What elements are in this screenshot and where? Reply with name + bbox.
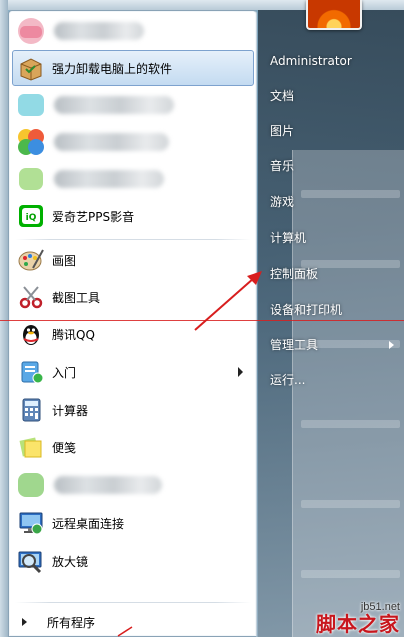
- uninstall-box-icon: [14, 51, 48, 85]
- divider: [15, 602, 251, 603]
- svg-text:iQ: iQ: [26, 213, 37, 223]
- blurred-app-icon: [14, 125, 48, 159]
- program-label: 截图工具: [52, 290, 101, 305]
- blurred-label: [54, 96, 174, 114]
- program-item-getting-started[interactable]: 入门: [12, 354, 254, 390]
- program-item-blurred-2[interactable]: [12, 87, 254, 123]
- username-link[interactable]: Administrator: [270, 51, 394, 71]
- paint-palette-icon: [14, 243, 48, 277]
- remote-desktop-icon: [14, 506, 48, 540]
- iqiyi-icon: iQ: [14, 199, 48, 233]
- right-item-pictures[interactable]: 图片: [270, 121, 394, 141]
- program-label: 便笺: [52, 440, 77, 455]
- divider: [15, 239, 251, 240]
- window-frame-left: [0, 0, 8, 637]
- watermark: jb51.net 脚本之家: [316, 601, 400, 635]
- getting-started-icon: [14, 355, 48, 389]
- program-item-blurred-4[interactable]: [12, 161, 254, 197]
- program-item-remote-desktop[interactable]: 远程桌面连接: [12, 505, 254, 541]
- background-window: [292, 150, 404, 637]
- sticky-note-icon: [14, 430, 48, 464]
- blurred-app-icon: [14, 468, 48, 502]
- program-item-iqiyi[interactable]: iQ 爱奇艺PPS影音: [12, 198, 254, 234]
- program-item-blurred-5[interactable]: [12, 467, 254, 503]
- blurred-app-icon: [14, 14, 48, 48]
- magnifier-icon: [14, 544, 48, 578]
- blurred-label: [54, 133, 169, 151]
- qq-penguin-icon: [14, 317, 48, 351]
- user-picture-flower[interactable]: [306, 0, 362, 30]
- program-item-calculator[interactable]: 计算器: [12, 392, 254, 428]
- right-item-run[interactable]: 运行...: [270, 370, 394, 390]
- program-item-snipping-tool[interactable]: 截图工具: [12, 279, 254, 315]
- blurred-label: [54, 22, 144, 40]
- right-item-admin-tools[interactable]: 管理工具: [270, 335, 394, 355]
- program-item-sticky-notes[interactable]: 便笺: [12, 429, 254, 465]
- annotation-line: [0, 320, 404, 321]
- all-programs-button[interactable]: 所有程序: [12, 608, 254, 636]
- program-label: 远程桌面连接: [52, 516, 125, 531]
- blurred-app-icon: [14, 162, 48, 196]
- program-label: 入门: [52, 365, 77, 380]
- program-item-qq[interactable]: 腾讯QQ: [12, 316, 254, 352]
- scissors-icon: [14, 280, 48, 314]
- submenu-arrow-icon: [238, 367, 243, 377]
- program-item-magnifier[interactable]: 放大镜: [12, 543, 254, 579]
- blurred-app-icon: [14, 88, 48, 122]
- right-item-label: 管理工具: [270, 338, 319, 352]
- program-label: 画图: [52, 253, 77, 268]
- program-label: 腾讯QQ: [52, 327, 95, 342]
- right-item-devices-printers[interactable]: 设备和打印机: [270, 300, 394, 320]
- right-item-control-panel[interactable]: 控制面板: [270, 264, 394, 284]
- program-label: 放大镜: [52, 554, 89, 569]
- right-item-music[interactable]: 音乐: [270, 156, 394, 176]
- program-label: 强力卸载电脑上的软件: [52, 61, 173, 76]
- program-label: 爱奇艺PPS影音: [52, 209, 135, 224]
- right-item-computer[interactable]: 计算机: [270, 228, 394, 248]
- blurred-label: [54, 170, 164, 188]
- watermark-name: 脚本之家: [316, 612, 400, 636]
- arrow-right-icon: [22, 618, 27, 626]
- right-item-games[interactable]: 游戏: [270, 192, 394, 212]
- right-item-documents[interactable]: 文档: [270, 86, 394, 106]
- submenu-arrow-icon: [389, 341, 394, 349]
- program-item-blurred-3[interactable]: [12, 124, 254, 160]
- calculator-icon: [14, 393, 48, 427]
- start-menu-left-panel: 强力卸载电脑上的软件 iQ 爱奇艺PPS影音 画图 截图工具 腾讯QQ 入门 计…: [8, 10, 257, 637]
- program-item-paint[interactable]: 画图: [12, 242, 254, 278]
- blurred-label: [54, 476, 162, 494]
- program-item-uninstaller[interactable]: 强力卸载电脑上的软件: [12, 50, 254, 86]
- program-label: 计算器: [52, 403, 89, 418]
- all-programs-label: 所有程序: [47, 615, 96, 630]
- program-item-blurred-1[interactable]: [12, 13, 254, 49]
